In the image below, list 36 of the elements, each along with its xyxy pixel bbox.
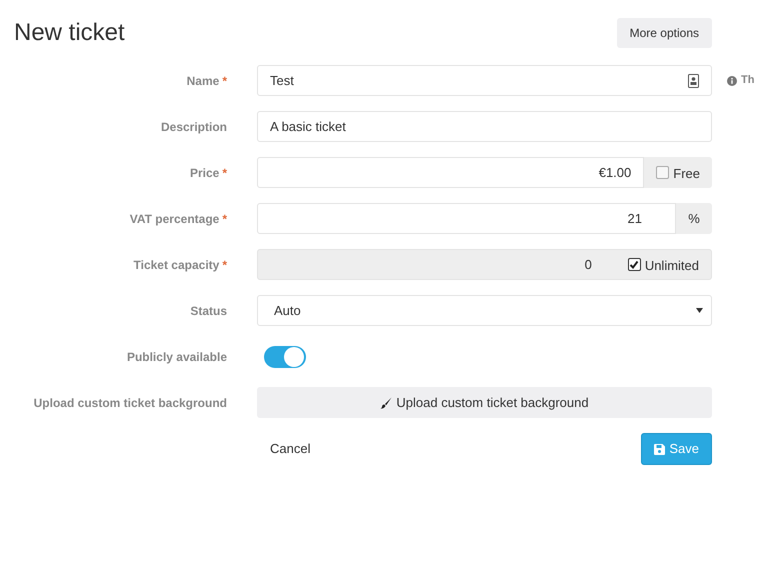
checkbox-label: Unlimited	[644, 257, 699, 276]
checkbox-label: Free	[673, 165, 700, 184]
more-options-button[interactable]: More options	[616, 18, 712, 48]
field-value: €1.00	[598, 164, 632, 182]
number-field[interactable]: 21	[257, 203, 676, 234]
required-asterisk: *	[222, 210, 227, 228]
hint-text: Th	[741, 73, 754, 88]
text-field[interactable]: A basic ticket	[257, 111, 712, 142]
upload-button[interactable]: Upload custom ticket background	[257, 387, 712, 418]
required-asterisk: *	[222, 256, 227, 274]
field-value: 21	[628, 210, 642, 228]
page-title: New ticket	[14, 19, 125, 47]
select-value: Auto	[274, 302, 301, 320]
field-value: 0	[584, 256, 592, 274]
field-label: Price	[190, 164, 220, 182]
field-value: Test	[270, 72, 294, 90]
caret-icon	[696, 308, 703, 313]
field-label: Description	[160, 118, 227, 136]
field-label: Status	[190, 302, 227, 320]
paintbrush-icon	[380, 396, 392, 408]
toggle-switch[interactable]	[264, 346, 306, 368]
field-label: Upload custom ticket background	[34, 394, 227, 412]
field-label: Publicly available	[126, 348, 227, 366]
checkbox[interactable]	[656, 166, 670, 179]
info-icon	[727, 76, 737, 86]
percent-addon: %	[676, 203, 712, 234]
required-asterisk: *	[222, 164, 227, 182]
required-asterisk: *	[222, 72, 227, 90]
field-label: VAT percentage	[130, 210, 220, 228]
field-label: Name	[186, 72, 220, 90]
text-field[interactable]: Test	[257, 65, 712, 96]
field-label: Ticket capacity	[134, 256, 220, 274]
number-field[interactable]: €1.00	[257, 157, 644, 188]
cancel-button[interactable]: Cancel	[257, 433, 324, 465]
status-select[interactable]: Auto	[257, 295, 712, 326]
field-value: A basic ticket	[270, 118, 346, 136]
